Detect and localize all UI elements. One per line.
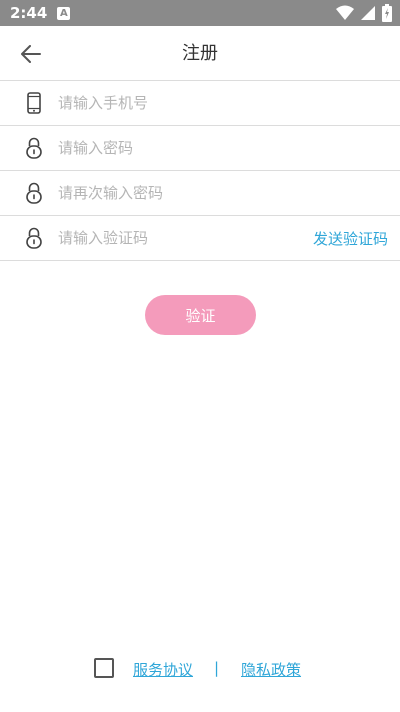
page-title: 注册 — [182, 43, 218, 64]
phone-input[interactable] — [58, 89, 298, 117]
link-separator: | — [214, 659, 220, 677]
lock-icon — [24, 136, 44, 160]
agree-checkbox[interactable] — [94, 658, 114, 678]
signal-icon — [361, 6, 375, 20]
status-icons — [336, 4, 392, 22]
phone-row — [0, 81, 400, 126]
status-bar: 2:44 A — [0, 0, 400, 26]
send-code-button[interactable]: 发送验证码 — [313, 228, 388, 249]
service-agreement-link[interactable]: 服务协议 — [133, 659, 193, 680]
password-input[interactable] — [58, 134, 298, 162]
back-button[interactable] — [16, 40, 46, 68]
battery-icon — [382, 4, 392, 22]
app-bar: 注册 — [0, 26, 400, 81]
privacy-policy-link[interactable]: 隐私政策 — [241, 659, 301, 680]
confirm-password-input[interactable] — [58, 179, 298, 207]
code-input[interactable] — [58, 224, 288, 252]
verify-button[interactable]: 验证 — [145, 295, 256, 335]
wifi-icon — [336, 5, 354, 20]
lock-icon — [24, 226, 44, 250]
confirm-password-row — [0, 171, 400, 216]
password-row — [0, 126, 400, 171]
phone-icon — [24, 91, 44, 115]
arrow-left-icon — [21, 45, 41, 63]
code-row: 发送验证码 — [0, 216, 400, 261]
notification-icon: A — [57, 6, 71, 20]
status-time: 2:44 — [10, 4, 48, 22]
lock-icon — [24, 181, 44, 205]
